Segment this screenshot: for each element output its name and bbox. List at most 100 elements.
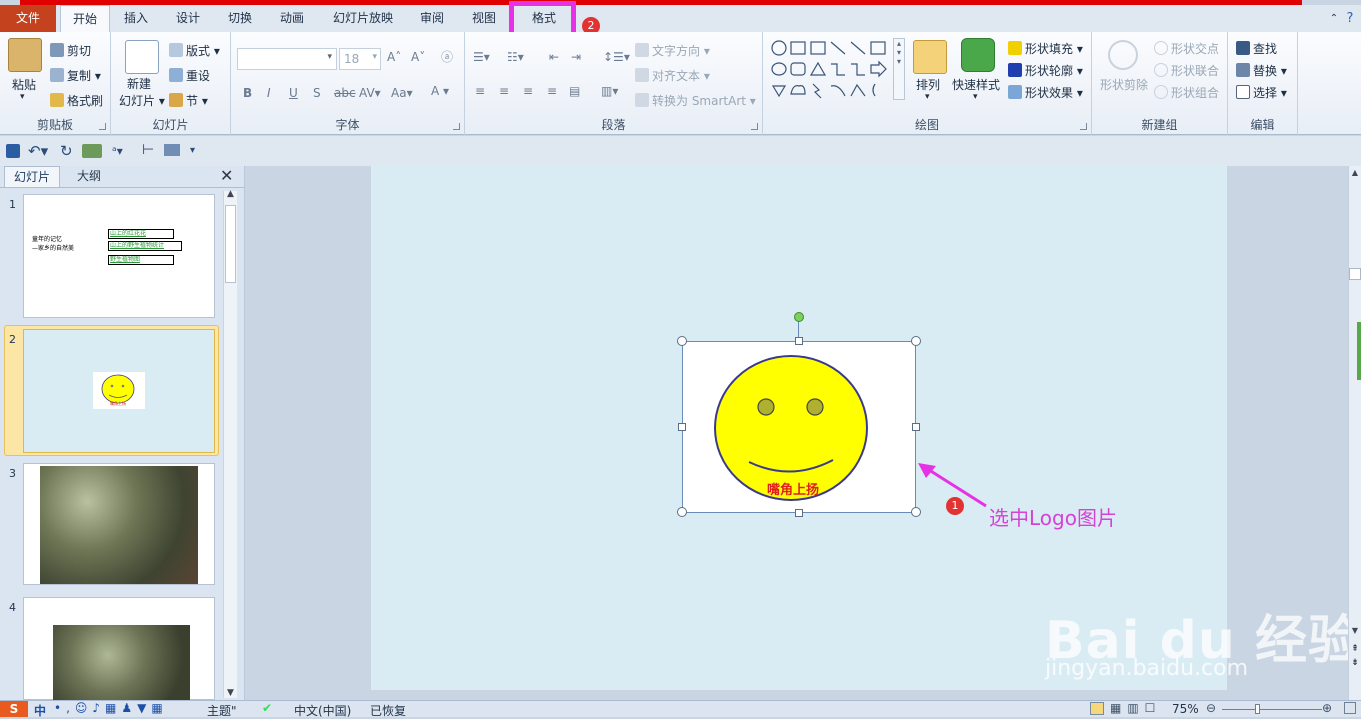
convert-smartart-button[interactable]: 转换为 SmartArt ▾ (635, 92, 756, 109)
editor-scrollbar[interactable]: ▲ ▼ ⇞ ⇟ (1348, 166, 1361, 700)
justify-button[interactable]: ≡ (547, 84, 557, 98)
scroll-down-icon[interactable]: ▼ (1349, 626, 1361, 635)
shape-subtract-button[interactable]: 形状剪除 (1100, 76, 1148, 93)
resize-handle-nw[interactable] (677, 336, 687, 346)
view-buttons[interactable]: ▦▥☐ (1110, 701, 1161, 715)
numbering-button[interactable]: ☷▾ (507, 50, 524, 64)
paste-button[interactable]: 粘贴 (12, 76, 36, 93)
decrease-indent-button[interactable]: ⇤ (549, 50, 559, 64)
crop-icon[interactable]: ⊢ (142, 142, 154, 158)
replace-button[interactable]: 替换 ▾ (1236, 62, 1287, 79)
copy-button[interactable]: 复制 ▾ (50, 67, 101, 84)
logo-image[interactable]: 嘴角上扬 (682, 341, 916, 513)
scroll-thumb[interactable] (1357, 322, 1361, 380)
zoom-out-icon[interactable]: ⊖ (1206, 701, 1216, 715)
font-size-dropdown[interactable]: 18 ▾ (339, 48, 381, 70)
strikethrough-button[interactable]: abc (334, 86, 356, 100)
tab-insert[interactable]: 插入 (114, 5, 158, 32)
align-text-button[interactable]: 对齐文本 ▾ (635, 67, 710, 84)
help-icon[interactable]: ? (1342, 5, 1358, 32)
resize-handle-ne[interactable] (911, 336, 921, 346)
font-name-dropdown[interactable]: ▾ (237, 48, 337, 70)
normal-view-icon[interactable] (1090, 702, 1104, 715)
resize-handle-sw[interactable] (677, 507, 687, 517)
zoom-slider-thumb[interactable] (1255, 704, 1260, 714)
tab-outline[interactable]: 大纲 (60, 166, 118, 187)
arrange-dropdown-icon[interactable]: ▾ (925, 92, 930, 102)
section-button[interactable]: 节 ▾ (169, 92, 208, 109)
select-button[interactable]: 选择 ▾ (1236, 84, 1287, 101)
zoom-in-icon[interactable]: ⊕ (1322, 701, 1332, 715)
quick-styles-button[interactable]: 快速样式 (952, 76, 1000, 93)
language-status[interactable]: 中文(中国) (294, 702, 351, 719)
increase-indent-button[interactable]: ⇥ (571, 50, 581, 64)
scroll-up-icon[interactable]: ▲ (224, 189, 237, 199)
close-pane-icon[interactable]: ✕ (220, 166, 233, 185)
paste-dropdown-icon[interactable]: ▾ (20, 92, 25, 102)
distribute-button[interactable]: ▤ (569, 84, 580, 98)
slideshow-from-start-icon[interactable] (82, 144, 102, 158)
spellcheck-icon[interactable]: ✔ (262, 701, 272, 715)
zoom-level[interactable]: 75% (1172, 702, 1199, 716)
ruler-toggle-icon[interactable] (1349, 268, 1361, 280)
slide-thumbnail-3[interactable] (23, 463, 215, 585)
reset-button[interactable]: 重设 (169, 67, 210, 84)
columns-button[interactable]: ▥▾ (601, 84, 618, 98)
ime-logo-icon[interactable]: S (0, 701, 28, 717)
shapes-gallery-scroll[interactable]: ▴ ▾ ▾ (893, 38, 905, 100)
grow-font-button[interactable]: A˄ (387, 50, 401, 64)
arrange-button[interactable]: 排列 (916, 76, 940, 93)
shape-outline-button[interactable]: 形状轮廓 ▾ (1008, 62, 1083, 79)
change-case-button[interactable]: Aa▾ (391, 86, 413, 100)
customize-qat-icon[interactable]: ▾ (190, 145, 195, 156)
shape-fill-button[interactable]: 形状填充 ▾ (1008, 40, 1083, 57)
clipboard-launcher-icon[interactable] (99, 123, 106, 130)
line-spacing-button[interactable]: ↕☰▾ (603, 50, 630, 64)
slide-thumbnail-1[interactable]: 童年的记忆 —家乡的自然美 山上的红花花 山上的野生植物统计 野生植物图 (23, 194, 215, 318)
shadow-button[interactable]: S (313, 86, 321, 100)
ime-toolbar-icons[interactable]: •,☺♪▦♟▼▦ (54, 701, 168, 715)
resize-handle-w[interactable] (678, 423, 686, 431)
scroll-up-icon[interactable]: ▲ (1349, 168, 1361, 177)
minimize-ribbon-icon[interactable]: ⌃ (1326, 5, 1342, 32)
char-spacing-button[interactable]: AV▾ (359, 86, 381, 100)
paragraph-launcher-icon[interactable] (751, 123, 758, 130)
tab-animations[interactable]: 动画 (270, 5, 314, 32)
layout-button[interactable]: 版式 ▾ (169, 42, 220, 59)
underline-button[interactable]: U (289, 86, 298, 100)
zoom-slider[interactable] (1222, 709, 1322, 710)
scroll-thumb[interactable] (225, 205, 236, 283)
resize-handle-s[interactable] (795, 509, 803, 517)
tab-view[interactable]: 视图 (462, 5, 506, 32)
font-color-button[interactable]: A ▾ (431, 84, 449, 98)
undo-icon[interactable]: ↶▾ (28, 142, 48, 160)
scroll-down-icon[interactable]: ▼ (224, 688, 237, 698)
text-direction-button[interactable]: 文字方向 ▾ (635, 42, 710, 59)
slide-thumbnail-2[interactable]: 嘴角上扬 (23, 329, 215, 453)
resize-handle-e[interactable] (912, 423, 920, 431)
bullets-button[interactable]: ☰▾ (473, 50, 490, 64)
shrink-font-button[interactable]: A˅ (411, 50, 425, 64)
align-center-button[interactable]: ≡ (499, 84, 509, 98)
cut-button[interactable]: 剪切 (50, 42, 91, 59)
tab-slideshow[interactable]: 幻灯片放映 (322, 5, 404, 32)
new-slide-label-1[interactable]: 新建 (127, 75, 151, 92)
align-icon[interactable] (164, 144, 180, 156)
shape-combine-button[interactable]: 形状组合 (1154, 84, 1219, 101)
next-slide-icon[interactable]: ⇟ (1349, 658, 1361, 668)
shape-effects-button[interactable]: 形状效果 ▾ (1008, 84, 1083, 101)
spelling-icon[interactable]: ᵃ▾ (112, 144, 123, 158)
rotation-handle[interactable] (794, 312, 804, 322)
new-slide-button[interactable]: 幻灯片 ▾ (119, 92, 165, 109)
tab-slides[interactable]: 幻灯片 (4, 166, 60, 187)
bold-button[interactable]: B (243, 86, 252, 100)
tab-file[interactable]: 文件 (0, 5, 56, 32)
shape-union-button[interactable]: 形状联合 (1154, 62, 1219, 79)
clear-format-icon[interactable]: ⓐ (441, 48, 453, 65)
tab-home[interactable]: 开始 (60, 5, 110, 33)
quick-styles-dropdown-icon[interactable]: ▾ (973, 92, 978, 102)
slides-pane-scrollbar[interactable]: ▲ ▼ (223, 189, 237, 698)
tab-transitions[interactable]: 切换 (218, 5, 262, 32)
previous-slide-icon[interactable]: ⇞ (1349, 644, 1361, 654)
save-icon[interactable] (6, 144, 20, 158)
